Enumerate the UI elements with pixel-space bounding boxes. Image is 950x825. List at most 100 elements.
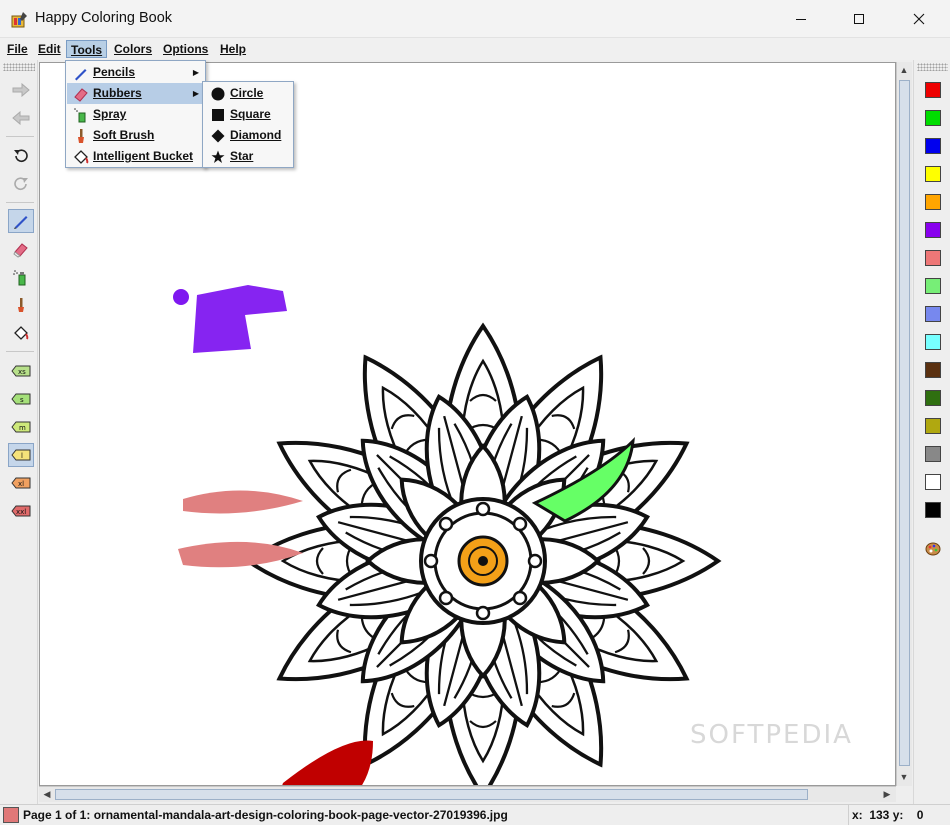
submenu-item-circle[interactable]: Circle bbox=[204, 83, 292, 104]
size-s-label: s bbox=[20, 396, 24, 404]
menu-colors[interactable]: Colors bbox=[110, 40, 156, 58]
brush-tool-icon bbox=[18, 298, 24, 312]
menu-item-pencils[interactable]: Pencils ▶ bbox=[67, 62, 204, 83]
maximize-button[interactable] bbox=[836, 0, 882, 38]
redo-button[interactable] bbox=[8, 172, 34, 196]
rubbers-submenu: Circle Square Diamond Star bbox=[202, 81, 294, 168]
close-button[interactable] bbox=[896, 0, 942, 38]
menu-tools[interactable]: Tools bbox=[66, 40, 108, 58]
color-swatch-button[interactable] bbox=[920, 413, 946, 438]
tool-bar: xs s m l xl xxl bbox=[0, 60, 38, 804]
submenu-arrow-icon: ▶ bbox=[192, 68, 199, 77]
size-l-label: l bbox=[21, 452, 23, 460]
color-swatch-button[interactable] bbox=[920, 77, 946, 102]
size-xs-button[interactable]: xs bbox=[8, 359, 34, 383]
color-swatch bbox=[925, 445, 941, 462]
color-swatch bbox=[925, 193, 941, 210]
color-swatch-button[interactable] bbox=[920, 105, 946, 130]
redo-icon bbox=[14, 177, 28, 190]
minimize-button[interactable] bbox=[778, 0, 824, 38]
color-swatch bbox=[925, 165, 941, 182]
horizontal-scroll-thumb[interactable] bbox=[55, 789, 808, 800]
submenu-item-diamond[interactable]: Diamond bbox=[204, 125, 292, 146]
eraser-tool-button[interactable] bbox=[8, 237, 34, 261]
custom-color-icon bbox=[925, 542, 941, 555]
vertical-scrollbar[interactable]: ▲ ▼ bbox=[896, 62, 912, 786]
color-swatch bbox=[925, 109, 941, 126]
color-swatch-button[interactable] bbox=[920, 385, 946, 410]
spray-icon bbox=[73, 107, 89, 123]
title-bar: Happy Coloring Book bbox=[0, 0, 950, 38]
bucket-tool-button[interactable] bbox=[8, 321, 34, 345]
toolbar-separator bbox=[6, 136, 34, 137]
color-palette bbox=[913, 60, 950, 804]
color-swatch-button[interactable] bbox=[920, 161, 946, 186]
undo-button[interactable] bbox=[8, 144, 34, 168]
submenu-item-square[interactable]: Square bbox=[204, 104, 292, 125]
previous-page-button[interactable] bbox=[8, 106, 34, 130]
color-swatch-button[interactable] bbox=[920, 245, 946, 270]
color-swatch bbox=[925, 81, 941, 98]
app-icon bbox=[11, 12, 27, 28]
current-color-swatch bbox=[3, 807, 19, 823]
menu-item-soft-brush[interactable]: Soft Brush bbox=[67, 125, 204, 146]
color-swatch bbox=[925, 417, 941, 434]
palette-grip[interactable] bbox=[917, 63, 948, 71]
previous-page-icon bbox=[12, 111, 30, 125]
size-s-icon: s bbox=[11, 393, 31, 405]
pencil-icon bbox=[73, 65, 89, 81]
menu-file[interactable]: File bbox=[3, 40, 32, 58]
color-swatch-button[interactable] bbox=[920, 497, 946, 522]
eraser-tool-icon bbox=[13, 243, 28, 258]
color-swatch-button[interactable] bbox=[920, 273, 946, 298]
color-swatch bbox=[925, 249, 941, 266]
color-swatch-button[interactable] bbox=[920, 301, 946, 326]
menu-item-spray[interactable]: Spray bbox=[67, 104, 204, 125]
color-swatch-button[interactable] bbox=[920, 469, 946, 494]
circle-icon bbox=[210, 86, 226, 102]
horizontal-scrollbar[interactable]: ◀ ▶ bbox=[39, 786, 896, 802]
next-page-icon bbox=[12, 83, 30, 97]
menu-item-intelligent-bucket[interactable]: Intelligent Bucket bbox=[67, 146, 204, 167]
color-swatch bbox=[925, 473, 941, 490]
brush-tool-button[interactable] bbox=[8, 293, 34, 317]
color-swatch-button[interactable] bbox=[920, 189, 946, 214]
scroll-down-icon[interactable]: ▼ bbox=[897, 770, 911, 784]
pencil-tool-button[interactable] bbox=[8, 209, 34, 233]
size-xxl-icon: xxl bbox=[11, 505, 31, 517]
spray-tool-icon bbox=[13, 270, 26, 286]
vertical-scroll-thumb[interactable] bbox=[899, 80, 910, 766]
bucket-icon bbox=[73, 149, 89, 165]
submenu-item-star[interactable]: Star bbox=[204, 146, 292, 167]
menu-options[interactable]: Options bbox=[159, 40, 212, 58]
next-page-button[interactable] bbox=[8, 78, 34, 102]
scroll-right-icon[interactable]: ▶ bbox=[880, 787, 894, 801]
size-m-button[interactable]: m bbox=[8, 415, 34, 439]
scroll-up-icon[interactable]: ▲ bbox=[897, 63, 911, 77]
size-xxl-button[interactable]: xxl bbox=[8, 499, 34, 523]
color-swatch-button[interactable] bbox=[920, 357, 946, 382]
size-xl-icon: xl bbox=[11, 477, 31, 489]
drawing-canvas[interactable]: SOFTPEDIA bbox=[39, 62, 896, 786]
toolbar-grip[interactable] bbox=[3, 63, 35, 71]
diamond-icon bbox=[210, 128, 226, 144]
minimize-icon bbox=[796, 19, 806, 20]
custom-color-button[interactable] bbox=[920, 536, 946, 561]
color-swatch-button[interactable] bbox=[920, 441, 946, 466]
spray-tool-button[interactable] bbox=[8, 265, 34, 289]
submenu-arrow-icon: ▶ bbox=[192, 89, 199, 98]
size-s-button[interactable]: s bbox=[8, 387, 34, 411]
status-bar: Page 1 of 1: ornamental-mandala-art-desi… bbox=[0, 804, 950, 825]
tools-menu: Pencils ▶ Rubbers ▶ Spray Soft Brush Int… bbox=[65, 60, 206, 168]
color-swatch-button[interactable] bbox=[920, 133, 946, 158]
color-swatch-button[interactable] bbox=[920, 329, 946, 354]
scroll-left-icon[interactable]: ◀ bbox=[40, 787, 54, 801]
menu-edit[interactable]: Edit bbox=[34, 40, 65, 58]
size-xl-button[interactable]: xl bbox=[8, 471, 34, 495]
size-l-button[interactable]: l bbox=[8, 443, 34, 467]
status-page-info: Page 1 of 1: ornamental-mandala-art-desi… bbox=[23, 808, 508, 822]
menu-help[interactable]: Help bbox=[216, 40, 250, 58]
toolbar-separator bbox=[6, 351, 34, 352]
color-swatch-button[interactable] bbox=[920, 217, 946, 242]
menu-item-rubbers[interactable]: Rubbers ▶ bbox=[67, 83, 204, 104]
